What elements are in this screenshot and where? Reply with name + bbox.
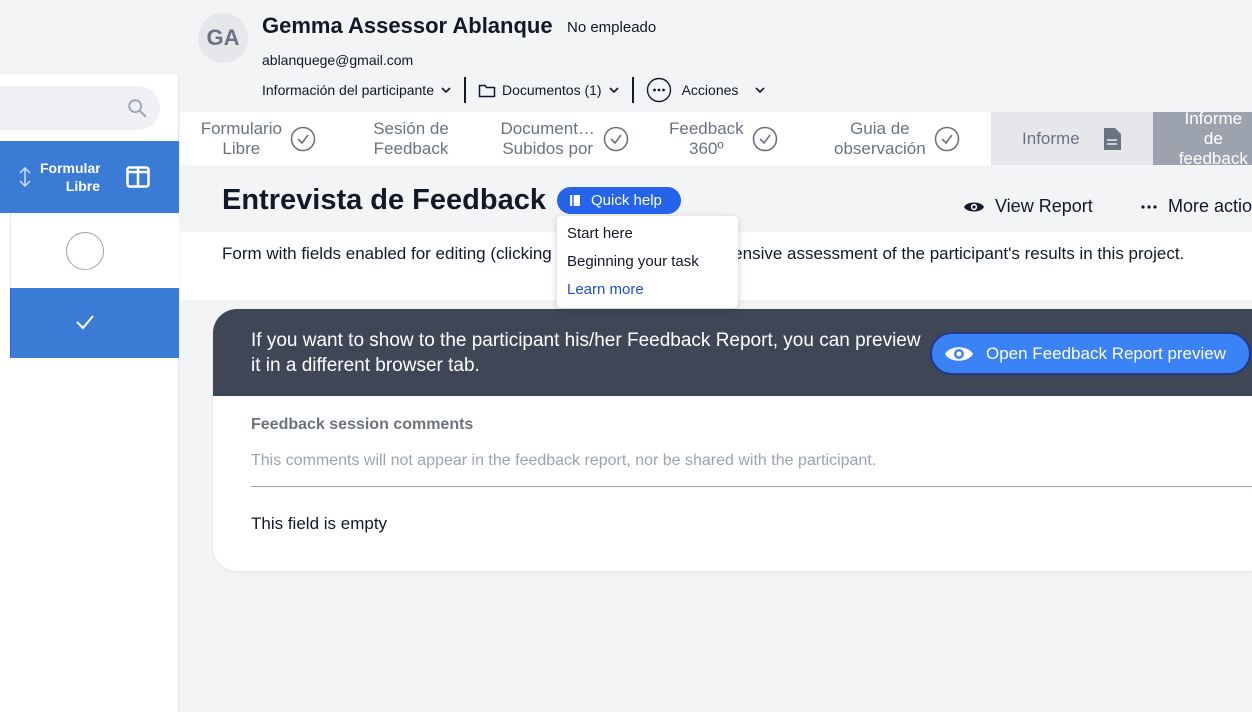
search-input[interactable] <box>0 86 160 130</box>
search-icon <box>128 99 147 118</box>
actions-label: Acciones <box>681 82 739 98</box>
tab-informe-feedback[interactable]: Informe de feedback <box>1152 109 1252 168</box>
more-horizontal-icon <box>1141 204 1157 209</box>
tab-documentos-subidos[interactable]: Document… Subidos por <box>485 112 644 165</box>
participant-info-menu[interactable]: Información del participante <box>262 82 464 98</box>
chevron-down-icon <box>609 87 619 94</box>
field-label: Feedback session comments <box>251 416 474 433</box>
menu-item-beginning-task[interactable]: Beginning your task <box>557 252 738 280</box>
check-circle-icon <box>290 126 316 151</box>
menu-divider <box>631 77 634 103</box>
check-circle-icon <box>934 126 959 151</box>
tab-label: Formulario Libre <box>200 118 282 158</box>
view-report-button[interactable]: View Report <box>963 196 1093 217</box>
quick-help-label: Quick help <box>591 192 662 209</box>
book-icon <box>570 195 580 206</box>
check-circle-icon <box>603 126 629 151</box>
chevron-down-icon <box>755 87 765 94</box>
table-row-selected[interactable] <box>10 288 179 358</box>
participants-panel: Formulario Libre <box>0 0 179 712</box>
view-report-label: View Report <box>995 196 1093 216</box>
tab-feedback-360[interactable]: Feedback 360º <box>644 112 803 165</box>
documents-menu[interactable]: Documentos (1) <box>478 82 632 98</box>
banner-text: If you want to show to the participant h… <box>251 330 921 376</box>
more-circle-icon <box>646 77 671 103</box>
learn-more-link[interactable]: Learn more <box>557 280 738 308</box>
feedback-card: If you want to show to the participant h… <box>213 309 1252 571</box>
check-icon <box>76 315 94 330</box>
quick-help-button[interactable]: Quick help <box>557 187 681 214</box>
page-title: Entrevista de Feedback <box>222 184 546 216</box>
tab-label: Guia de observación <box>834 118 926 158</box>
tab-label: Informe <box>1022 128 1080 148</box>
tab-sesion-feedback[interactable]: Sesión de Feedback <box>337 112 486 165</box>
tab-label: Feedback 360º <box>669 118 744 158</box>
tab-label: Informe de feedback <box>1178 108 1248 168</box>
chevron-down-icon <box>441 87 451 94</box>
section-tabs: Formulario Libre Sesión de Feedback Docu… <box>180 109 1252 168</box>
feedback-comments-field[interactable]: This field is empty <box>251 514 387 534</box>
documents-label: Documentos (1) <box>502 82 602 98</box>
field-hint: This comments will not appear in the fee… <box>251 452 877 469</box>
menu-item-start-here[interactable]: Start here <box>557 224 738 252</box>
field-divider <box>251 486 1252 487</box>
quick-help-menu: Start here Beginning your task Learn mor… <box>557 216 738 308</box>
more-actions-button[interactable]: More actions <box>1140 196 1252 217</box>
avatar: GA <box>198 13 248 63</box>
open-report-preview-label: Open Feedback Report preview <box>986 343 1227 363</box>
folder-icon <box>478 84 496 97</box>
tab-label: Sesión de Feedback <box>373 118 449 158</box>
tab-formulario-libre[interactable]: Formulario Libre <box>180 112 337 165</box>
eye-icon <box>945 346 973 361</box>
panel-top-area <box>0 0 179 75</box>
participant-name: Gemma Assessor Ablanque <box>262 13 553 38</box>
empty-status-circle-icon <box>66 232 104 270</box>
open-report-preview-button[interactable]: Open Feedback Report preview <box>930 332 1251 375</box>
tab-guia-observacion[interactable]: Guia de observación <box>803 112 991 165</box>
participant-header: GA Gemma Assessor Ablanque No empleado a… <box>180 0 1252 112</box>
actions-menu[interactable]: Acciones <box>646 77 779 103</box>
sort-icon[interactable] <box>16 165 34 189</box>
table-row[interactable] <box>10 213 179 288</box>
more-actions-label: More actions <box>1168 196 1252 216</box>
participant-menu: Información del participante Documentos … <box>262 77 779 103</box>
eye-icon <box>964 202 984 211</box>
column-header-label: Formulario Libre <box>40 160 100 194</box>
employment-status: No empleado <box>567 19 657 36</box>
document-icon <box>1103 127 1121 150</box>
tab-informe[interactable]: Informe <box>991 112 1153 165</box>
participant-info-label: Información del participante <box>262 82 434 98</box>
menu-divider <box>464 77 466 103</box>
columns-icon[interactable] <box>126 166 150 188</box>
participant-email: ablanquege@gmail.com <box>262 52 414 68</box>
check-circle-icon <box>752 126 777 151</box>
column-header[interactable]: Formulario Libre <box>0 141 179 213</box>
tab-label: Document… Subidos por <box>500 118 595 158</box>
preview-banner: If you want to show to the participant h… <box>213 309 1252 396</box>
